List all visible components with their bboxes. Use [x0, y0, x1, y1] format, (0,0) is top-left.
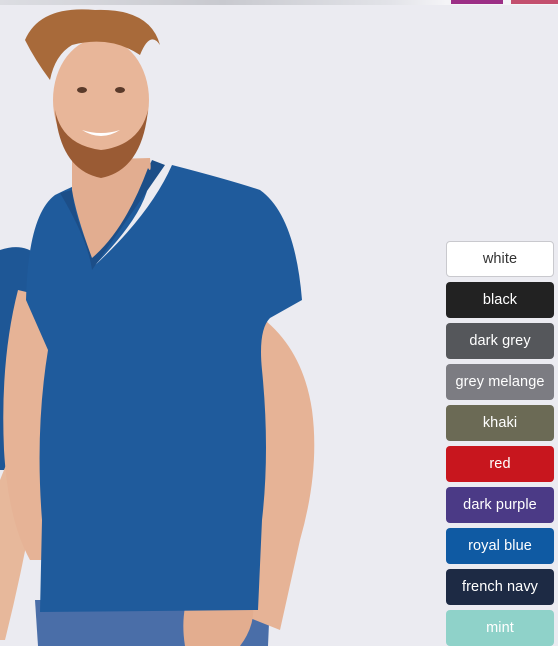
color-option-dark-purple[interactable]: dark purple [446, 487, 554, 523]
color-option-khaki[interactable]: khaki [446, 405, 554, 441]
color-option-black[interactable]: black [446, 282, 554, 318]
color-options: white black dark grey grey melange khaki red d… [446, 241, 554, 646]
color-option-mint[interactable]: mint [446, 610, 554, 646]
color-option-dark-grey[interactable]: dark grey [446, 323, 554, 359]
color-option-red[interactable]: red [446, 446, 554, 482]
color-option-white[interactable]: white [446, 241, 554, 277]
color-option-grey-melange[interactable]: grey melange [446, 364, 554, 400]
top-color-swatch[interactable] [511, 0, 558, 4]
eye [115, 87, 125, 93]
top-color-swatch[interactable] [451, 0, 503, 4]
color-option-french-navy[interactable]: french navy [446, 569, 554, 605]
color-option-royal-blue[interactable]: royal blue [446, 528, 554, 564]
product-photo [0, 9, 315, 646]
eye [77, 87, 87, 93]
tshirt [26, 162, 302, 612]
